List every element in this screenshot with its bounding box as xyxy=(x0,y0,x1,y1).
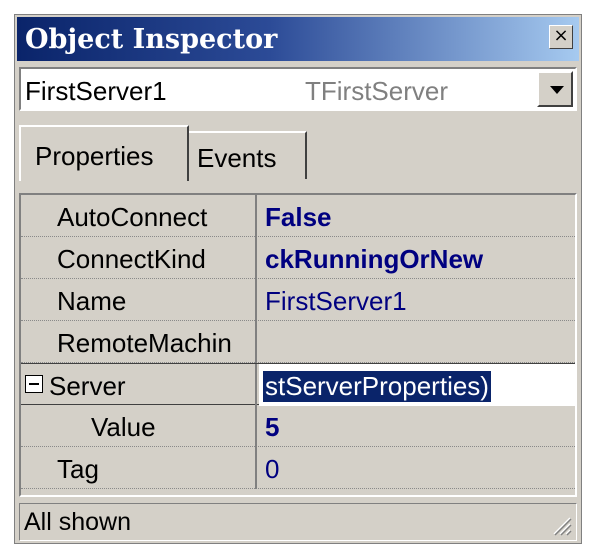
property-row-tag[interactable]: Tag 0 xyxy=(21,447,575,489)
property-value-cell[interactable]: 5 xyxy=(259,405,575,447)
property-value-cell[interactable]: 0 xyxy=(259,447,575,489)
property-value: FirstServer1 xyxy=(265,286,407,316)
property-name-cell[interactable]: Name xyxy=(21,279,257,321)
property-name: Tag xyxy=(57,454,99,484)
property-name: ConnectKind xyxy=(57,244,206,274)
property-name: AutoConnect xyxy=(57,202,208,232)
property-row-autoconnect[interactable]: AutoConnect False xyxy=(21,195,575,237)
property-value-cell[interactable]: False xyxy=(259,195,575,237)
property-row-remotemachine[interactable]: RemoteMachin xyxy=(21,321,575,363)
property-row-connectkind[interactable]: ConnectKind ckRunningOrNew xyxy=(21,237,575,279)
component-type: TFirstServer xyxy=(305,76,448,106)
close-icon: × xyxy=(553,25,569,46)
tab-properties[interactable]: Properties xyxy=(19,125,189,181)
property-name: Value xyxy=(91,412,156,442)
property-value-cell[interactable]: ckRunningOrNew xyxy=(259,237,575,279)
tab-events-label: Events xyxy=(197,143,277,173)
dropdown-button[interactable] xyxy=(537,71,573,107)
dropdown-arrow-icon xyxy=(550,86,564,94)
property-value-editor[interactable]: stServerProperties) xyxy=(259,364,575,406)
property-name-cell[interactable]: Server xyxy=(21,364,257,406)
status-bar: All shown xyxy=(19,503,577,541)
property-value: False xyxy=(265,202,332,232)
resize-grip-icon[interactable] xyxy=(550,514,572,536)
object-inspector-window: Object Inspector × FirstServer1 TFirstSe… xyxy=(14,14,582,544)
property-name-cell[interactable]: AutoConnect xyxy=(21,195,257,237)
component-name: FirstServer1 xyxy=(25,76,167,106)
property-value: stServerProperties) xyxy=(263,371,491,402)
window-title: Object Inspector xyxy=(25,24,278,55)
property-row-server[interactable]: Server stServerProperties) xyxy=(21,363,575,406)
property-grid: AutoConnect False ConnectKind ckRunningO… xyxy=(19,193,577,497)
status-text: All shown xyxy=(24,508,131,536)
property-value: ckRunningOrNew xyxy=(265,244,484,274)
collapse-icon[interactable] xyxy=(25,375,43,393)
tab-properties-label: Properties xyxy=(35,141,154,171)
title-bar[interactable]: Object Inspector × xyxy=(17,17,579,61)
property-value-cell[interactable]: FirstServer1 xyxy=(259,279,575,321)
property-row-name[interactable]: Name FirstServer1 xyxy=(21,279,575,321)
property-name: RemoteMachin xyxy=(57,328,232,358)
property-name-cell[interactable]: ConnectKind xyxy=(21,237,257,279)
property-row-value[interactable]: Value 5 xyxy=(21,405,575,447)
property-name-cell[interactable]: Tag xyxy=(21,447,257,489)
property-value: 5 xyxy=(265,412,280,442)
close-button[interactable]: × xyxy=(549,25,573,49)
property-name-cell[interactable]: RemoteMachin xyxy=(21,321,257,363)
property-value: 0 xyxy=(265,454,280,484)
property-name: Name xyxy=(57,286,127,316)
component-selector[interactable]: FirstServer1 TFirstServer xyxy=(19,67,577,111)
property-value-cell[interactable] xyxy=(259,321,575,363)
property-name: Server xyxy=(49,371,126,401)
property-name-cell[interactable]: Value xyxy=(21,405,257,447)
tab-events[interactable]: Events xyxy=(189,131,307,179)
